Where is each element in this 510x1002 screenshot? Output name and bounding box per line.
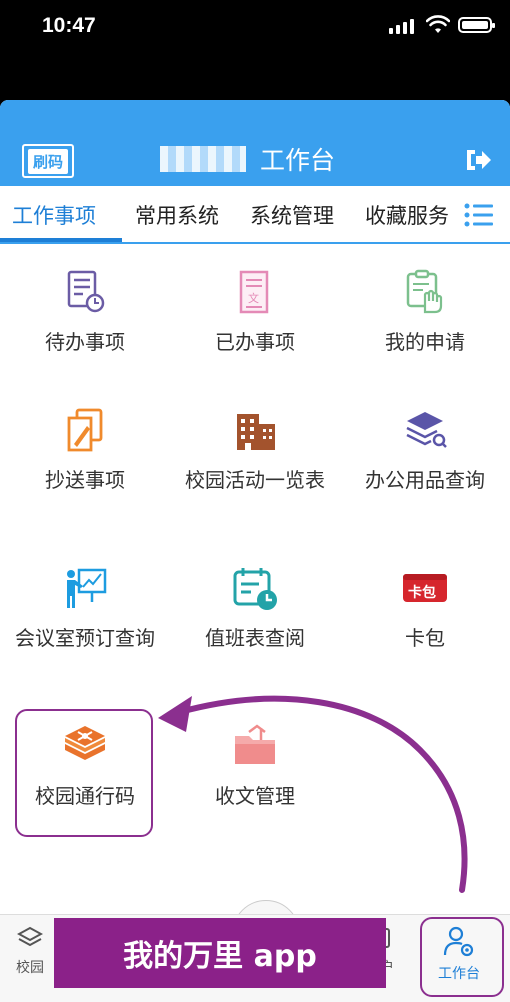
page-title: 工作台 — [160, 142, 335, 176]
folder-icon — [235, 724, 275, 764]
grid-item-campus-activities[interactable]: 校园活动一览表 — [170, 406, 340, 492]
menu-list-icon[interactable] — [464, 202, 494, 228]
page-title-text: 工作台 — [260, 146, 336, 175]
grid-item-label: 收文管理 — [215, 784, 295, 808]
grid-item-card-wallet[interactable]: 卡包 卡包 — [340, 564, 510, 650]
workbench-highlight — [420, 917, 504, 997]
wifi-icon — [426, 15, 450, 33]
grid-item-todo[interactable]: 待办事项 — [0, 268, 170, 354]
layers-search-icon — [406, 412, 447, 448]
active-tab-indicator — [0, 238, 122, 242]
todo-icon — [67, 270, 105, 313]
tab-system-management[interactable]: 系统管理 — [250, 200, 334, 230]
status-bar: 10:47 — [0, 0, 510, 100]
grid-item-label: 抄送事项 — [45, 468, 125, 492]
tab-work-items[interactable]: 工作事项 — [12, 200, 96, 230]
tab-favorite-services[interactable]: 收藏服务 — [365, 200, 449, 230]
grid-item-label: 值班表查阅 — [205, 626, 305, 650]
grid-item-label: 卡包 — [405, 626, 445, 650]
done-doc-icon: 文 — [239, 270, 269, 314]
grid-item-label: 已办事项 — [215, 330, 295, 354]
status-time: 10:47 — [42, 14, 96, 37]
scan-code-button[interactable]: 刷码 — [22, 144, 74, 178]
logout-icon[interactable] — [464, 147, 492, 173]
layers-icon — [17, 926, 43, 947]
tab-common-systems[interactable]: 常用系统 — [135, 200, 219, 230]
grid-item-office-supplies[interactable]: 办公用品查询 — [340, 406, 510, 492]
copy-doc-icon — [67, 408, 103, 452]
grid-item-incoming-docs[interactable]: 收文管理 — [170, 722, 340, 808]
scan-code-label: 刷码 — [27, 148, 68, 174]
grid-item-my-apply[interactable]: 我的申请 — [340, 268, 510, 354]
grid-item-label: 待办事项 — [45, 330, 125, 354]
apply-hand-icon — [406, 269, 443, 314]
battery-icon — [458, 17, 495, 33]
nav-campus-label: 校园 — [16, 960, 44, 976]
calendar-clock-icon — [233, 568, 277, 610]
grid-item-duty-roster[interactable]: 值班表查阅 — [170, 564, 340, 650]
grid-item-label: 校园活动一览表 — [185, 468, 325, 492]
signal-icon — [389, 18, 414, 34]
nav-campus[interactable]: 校园 — [16, 925, 44, 977]
grid-item-label: 办公用品查询 — [365, 468, 485, 492]
grid-item-label: 会议室预订查询 — [15, 626, 155, 650]
app-window: 刷码 工作台 工作事项 常用系统 系统管理 收藏服务 待办事项 文 已办事项 我… — [0, 100, 510, 1002]
building-icon — [237, 414, 275, 450]
grid-item-done[interactable]: 文 已办事项 — [170, 268, 340, 354]
app-header: 刷码 工作台 — [0, 100, 510, 186]
grid-item-cc[interactable]: 抄送事项 — [0, 406, 170, 492]
grid-item-meeting-room[interactable]: 会议室预订查询 — [0, 564, 170, 650]
svg-text:文: 文 — [248, 291, 259, 305]
tab-bar: 工作事项 常用系统 系统管理 收藏服务 — [0, 186, 510, 244]
redacted-name — [160, 146, 246, 172]
svg-text:卡包: 卡包 — [408, 584, 436, 601]
card-wallet-icon: 卡包 — [403, 574, 447, 602]
grid-item-label: 我的申请 — [385, 330, 465, 354]
campus-pass-highlight — [15, 709, 153, 837]
promo-banner: 我的万里 app — [54, 918, 386, 988]
presentation-icon — [67, 568, 107, 608]
